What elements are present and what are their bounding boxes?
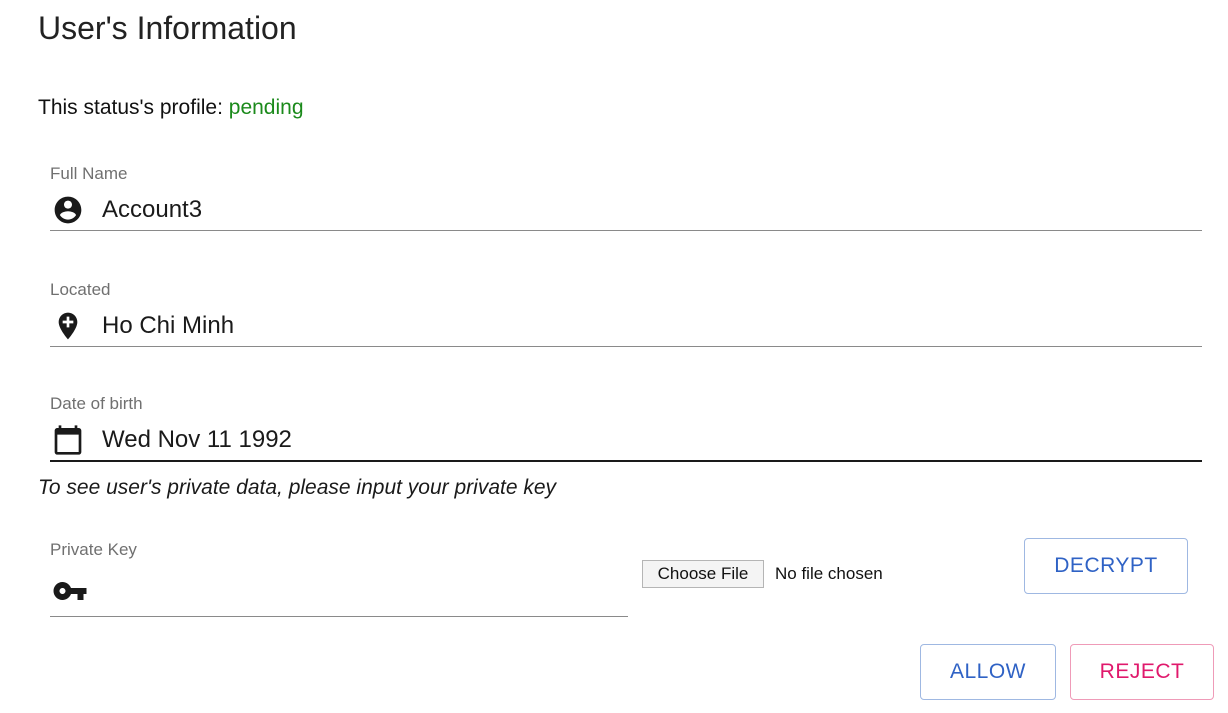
status-badge: pending [228, 96, 304, 119]
calendar-icon [52, 424, 84, 456]
add-location-icon [52, 310, 84, 342]
reject-button[interactable]: REJECT [1070, 644, 1214, 700]
dob-field: Date of birth Wed Nov 11 1992 [50, 394, 1202, 472]
allow-button[interactable]: ALLOW [920, 644, 1056, 700]
account-circle-icon [52, 194, 84, 226]
private-key-hint: To see user's private data, please input… [38, 476, 557, 499]
private-key-label: Private Key [50, 540, 137, 559]
choose-file-button[interactable]: Choose File [642, 560, 764, 588]
status-label: This status's profile: [38, 96, 223, 119]
dob-input[interactable]: Wed Nov 11 1992 [50, 420, 1202, 462]
private-key-input[interactable] [50, 566, 628, 617]
file-status: No file chosen [775, 564, 883, 583]
full-name-field: Full Name Account3 [50, 164, 1202, 242]
located-value: Ho Chi Minh [102, 312, 235, 339]
located-field: Located Ho Chi Minh [50, 280, 1202, 358]
profile-status: This status's profile: pending [38, 96, 304, 120]
dob-label: Date of birth [50, 394, 143, 413]
dob-value: Wed Nov 11 1992 [102, 426, 292, 453]
located-label: Located [50, 280, 111, 299]
full-name-input[interactable]: Account3 [50, 190, 1202, 231]
full-name-label: Full Name [50, 164, 128, 183]
full-name-value: Account3 [102, 196, 203, 223]
key-icon [52, 576, 88, 606]
private-key-field: Private Key [50, 540, 628, 618]
decrypt-button[interactable]: DECRYPT [1024, 538, 1188, 594]
located-input[interactable]: Ho Chi Minh [50, 306, 1202, 347]
dialog-title: User's Information [38, 10, 297, 46]
